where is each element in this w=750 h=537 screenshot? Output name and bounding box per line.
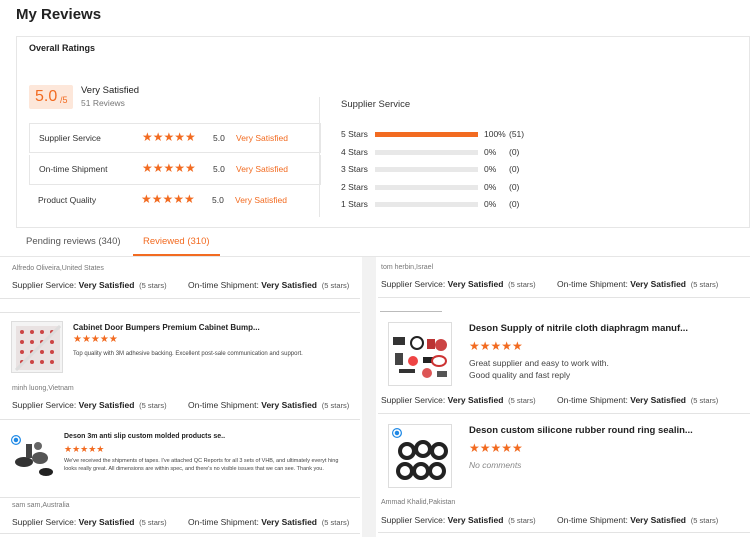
on-time-shipment-rating: On-time Shipment: Very Satisfied (5 star… [557,279,719,289]
breakdown-bar [375,185,478,190]
star-rating-icon: ★★★★★ [142,130,196,144]
category-score: 5.0 [213,164,225,174]
review-comment: No comments [469,460,522,470]
breakdown-bar [375,132,478,137]
review-divider [378,297,750,298]
category-name: Product Quality [38,195,97,205]
product-image-silicone-rings[interactable] [388,424,452,488]
overall-score: 5.0 [35,88,58,105]
category-row-on-time-shipment: On-time Shipment ★★★★★ 5.0 Very Satisfie… [29,155,321,185]
breakdown-row: 2 Stars 0% (0) [341,181,561,193]
star-rating-icon: ★★★★★ [469,441,523,455]
overall-summary-label: Very Satisfied [81,85,140,96]
review-divider [378,413,750,414]
tab-reviewed[interactable]: Reviewed (310) [133,236,220,256]
breakdown-bar-fill [375,132,478,137]
review-divider [0,312,360,313]
product-title-link[interactable]: Deson Supply of nitrile cloth diaphragm … [469,323,688,334]
breakdown-percent: 0% [484,199,497,209]
breakdown-percent: 0% [484,182,497,192]
review-divider [380,311,442,312]
breakdown-row: 4 Stars 0% (0) [341,146,561,158]
on-time-shipment-rating: On-time Shipment: Very Satisfied (5 star… [557,515,719,525]
product-title-link[interactable]: Deson custom silicone rubber round ring … [469,425,693,436]
breakdown-bar [375,167,478,172]
category-score: 5.0 [212,195,224,205]
category-label: Very Satisfied [236,164,288,174]
supplier-service-rating: Supplier Service: Very Satisfied (5 star… [12,517,167,527]
category-label: Very Satisfied [235,195,287,205]
product-title-link[interactable]: Deson 3m anti slip custom molded product… [64,433,225,440]
on-time-shipment-rating: On-time Shipment: Very Satisfied (5 star… [188,517,350,527]
breakdown-label: 3 Stars [341,164,368,174]
category-row-product-quality: Product Quality ★★★★★ 5.0 Very Satisfied [29,186,321,216]
review-count: 51 Reviews [81,98,125,108]
breakdown-count: (51) [509,129,525,139]
category-name: On-time Shipment [39,164,108,174]
star-rating-icon: ★★★★★ [469,339,523,353]
page-title: My Reviews [16,6,102,23]
breakdown-count: (0) [509,147,520,157]
breakdown-row: 3 Stars 0% (0) [341,163,561,175]
breakdown-percent: 100% [484,129,506,139]
star-rating-icon: ★★★★★ [141,192,195,206]
on-time-shipment-rating: On-time Shipment: Very Satisfied (5 star… [188,280,350,290]
star-rating-icon: ★★★★★ [64,444,105,454]
on-time-shipment-rating: On-time Shipment: Very Satisfied (5 star… [557,395,719,405]
review-divider [0,298,360,299]
breakdown-percent: 0% [484,164,497,174]
product-title-link[interactable]: Cabinet Door Bumpers Premium Cabinet Bum… [73,323,260,332]
breakdown-count: (0) [509,164,520,174]
star-rating-icon: ★★★★★ [73,334,118,345]
category-row-supplier-service: Supplier Service ★★★★★ 5.0 Very Satisfie… [29,123,321,153]
on-time-shipment-rating: On-time Shipment: Very Satisfied (5 star… [188,400,350,410]
overall-score-denominator: /5 [60,95,68,105]
overall-ratings-panel: Overall Ratings 5.0 /5 Very Satisfied 51… [16,36,750,228]
category-score: 5.0 [213,133,225,143]
breakdown-title: Supplier Service [341,99,411,110]
breakdown-count: (0) [509,182,520,192]
supplier-service-rating: Supplier Service: Very Satisfied (5 star… [12,400,167,410]
breakdown-label: 1 Stars [341,199,368,209]
review-divider [0,419,360,420]
reviewer-name: tom herbin,Israel [381,264,434,271]
product-image-nitrile-diaphragm[interactable] [388,322,452,386]
breakdown-bar [375,202,478,207]
breakdown-row: 5 Stars 100% (51) [341,128,561,140]
supplier-service-rating: Supplier Service: Very Satisfied (5 star… [12,280,167,290]
product-image-anti-slip-molded[interactable] [8,432,56,480]
breakdown-label: 5 Stars [341,129,368,139]
supplier-service-rating: Supplier Service: Very Satisfied (5 star… [381,279,536,289]
review-comment: We've received the shipments of tapes. I… [64,458,339,472]
review-comment: Top quality with 3M adhesive backing. Ex… [73,351,303,357]
column-gutter [362,257,376,537]
reviewer-name: Alfredo Oliveira,United States [12,265,104,272]
category-name: Supplier Service [39,133,101,143]
review-divider [378,532,750,533]
review-divider [0,533,360,534]
review-comment-line-1: Great supplier and easy to work with. [469,358,609,368]
supplier-service-rating: Supplier Service: Very Satisfied (5 star… [381,395,536,405]
overall-ratings-title: Overall Ratings [29,43,96,53]
review-divider [0,497,360,498]
product-image-cabinet-bumpers[interactable] [11,321,63,373]
reviewer-name: minh luong,Vietnam [12,385,74,392]
breakdown-label: 2 Stars [341,182,368,192]
breakdown-bar [375,150,478,155]
page-root: My Reviews Overall Ratings 5.0 /5 Very S… [0,0,750,537]
review-comment-line-2: Good quality and fast reply [469,370,571,380]
star-rating-icon: ★★★★★ [142,161,196,175]
breakdown-label: 4 Stars [341,147,368,157]
supplier-service-rating: Supplier Service: Very Satisfied (5 star… [381,515,536,525]
breakdown-count: (0) [509,199,520,209]
category-label: Very Satisfied [236,133,288,143]
panel-divider [319,97,320,217]
reviewer-name: sam sam,Australia [12,502,70,509]
breakdown-percent: 0% [484,147,497,157]
tab-pending-reviews[interactable]: Pending reviews (340) [16,236,131,256]
breakdown-row: 1 Stars 0% (0) [341,198,561,210]
reviewer-name: Ammad Khalid,Pakistan [381,499,456,506]
